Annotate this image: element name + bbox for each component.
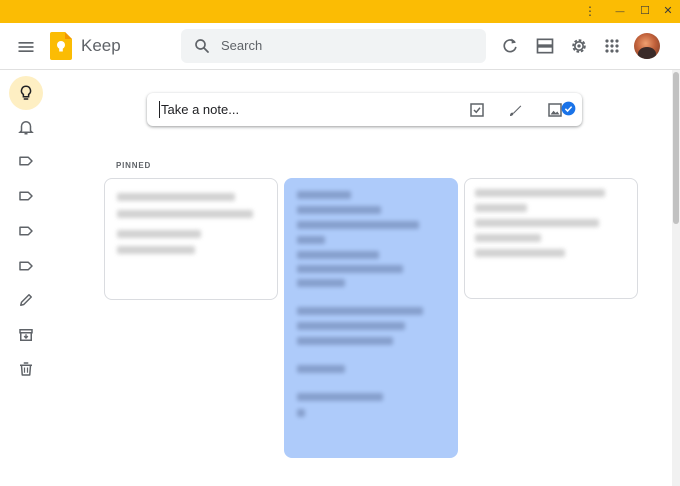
check-circle-icon [561,101,576,116]
take-note-input[interactable]: Take a note... [161,102,239,117]
lightbulb-icon [20,85,32,100]
search-input[interactable]: Search [221,38,262,53]
app-header: Keep Search [0,23,680,70]
window-menu-button[interactable]: ⋮ [582,3,598,19]
sidebar-item-label-3[interactable] [9,214,43,248]
pencil-icon [20,294,32,306]
keep-logo-icon[interactable] [50,32,72,60]
note-card[interactable] [104,178,278,300]
close-button[interactable]: ✕ [660,3,676,19]
trash-icon [20,362,32,376]
label-icon [19,226,33,236]
sidebar-item-label-1[interactable] [9,144,43,178]
label-icon [19,261,33,271]
sidebar-item-trash[interactable] [9,352,43,386]
sidebar-item-archive[interactable] [9,318,43,352]
list-view-icon[interactable] [535,36,555,56]
menu-icon[interactable] [16,37,36,57]
archive-icon [19,329,33,341]
pinned-section-label: PINNED [116,161,152,170]
settings-icon[interactable] [569,36,589,56]
note-card[interactable] [464,178,638,299]
sidebar-item-reminders[interactable] [9,110,43,144]
take-note-bar[interactable]: Take a note... [147,93,582,126]
label-icon [19,191,33,201]
search-bar[interactable]: Search [181,29,486,63]
scrollbar-thumb[interactable] [673,72,679,224]
window-titlebar: ⋮ — ☐ ✕ [0,0,680,23]
sidebar-item-edit-labels[interactable] [9,283,43,317]
label-icon [19,156,33,166]
note-card-selected[interactable] [284,178,458,458]
refresh-icon[interactable] [500,36,520,56]
minimize-button[interactable]: — [612,3,628,19]
sidebar-item-label-4[interactable] [9,249,43,283]
scrollbar[interactable] [672,70,680,486]
sidebar-item-notes[interactable] [9,76,43,110]
apps-grid-icon[interactable] [602,36,622,56]
avatar[interactable] [634,33,660,59]
checkbox-icon[interactable] [468,101,486,119]
text-caret [159,101,160,118]
search-icon[interactable] [193,37,211,55]
app-name[interactable]: Keep [81,36,121,56]
sidebar-item-label-2[interactable] [9,179,43,213]
maximize-button[interactable]: ☐ [637,3,653,19]
bell-icon [18,121,34,135]
brush-icon[interactable] [507,101,525,119]
